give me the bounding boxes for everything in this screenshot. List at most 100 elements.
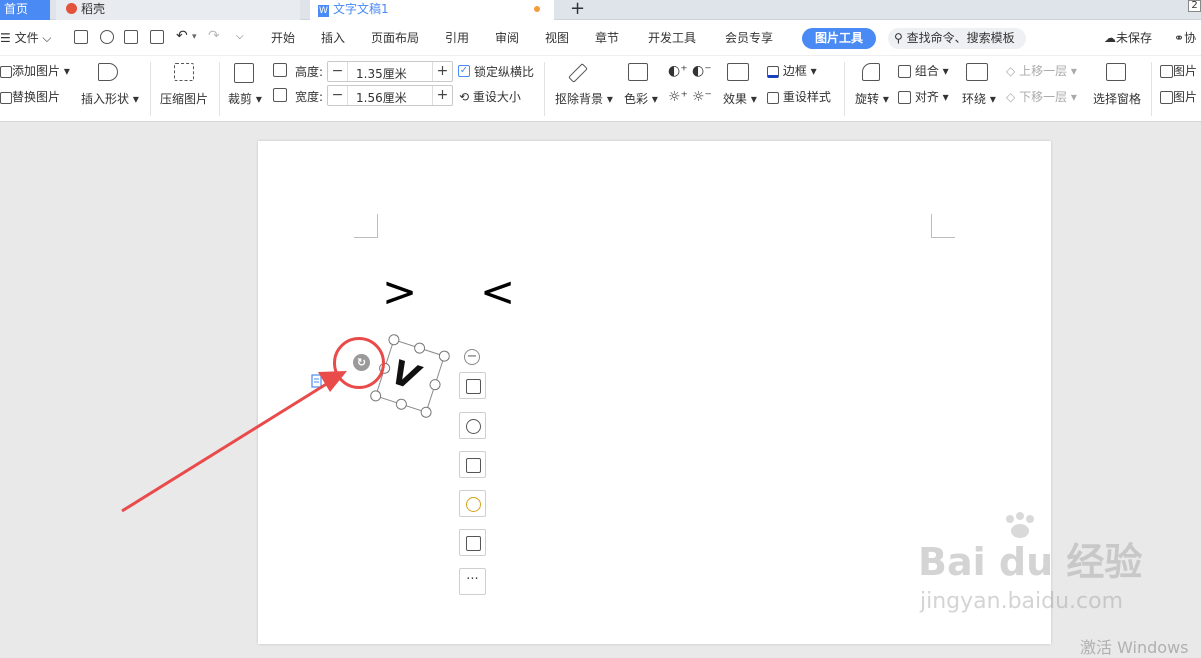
crop-icon bbox=[466, 458, 481, 473]
watermark-sub-text: jingyan.baidu.com bbox=[920, 589, 1124, 614]
print-preview-icon[interactable] bbox=[150, 30, 164, 44]
image-ai-button[interactable] bbox=[459, 490, 486, 517]
send-backward-icon: ◇ bbox=[1006, 90, 1016, 104]
collapse-float-toolbar-icon[interactable]: − bbox=[464, 349, 480, 365]
tab-picture-tools[interactable]: 图片工具 bbox=[802, 28, 876, 49]
tab-daoke-label: 稻壳 bbox=[81, 2, 106, 16]
remove-background-button[interactable]: 抠除背景 ▾ bbox=[555, 92, 613, 106]
selection-pane-button[interactable]: 选择窗格 bbox=[1093, 92, 1141, 106]
quick-access-more-icon[interactable]: ⌵ bbox=[236, 30, 244, 44]
anchor-icon[interactable] bbox=[311, 373, 323, 388]
send-backward-button[interactable]: ◇ 下移一层 ▾ bbox=[1006, 90, 1077, 104]
resize-handle-sw[interactable] bbox=[368, 388, 383, 403]
command-search[interactable]: ⚲ 查找命令、搜索模板 bbox=[888, 28, 1026, 49]
resize-handle-nw[interactable] bbox=[386, 332, 401, 347]
daoke-icon bbox=[66, 3, 77, 14]
menu-item-page-layout[interactable]: 页面布局 bbox=[371, 31, 419, 45]
undo-dropdown-icon[interactable]: ▾ bbox=[192, 30, 197, 44]
group-button[interactable]: 组合 ▾ bbox=[898, 64, 949, 78]
border-button[interactable]: 边框 ▾ bbox=[767, 64, 817, 78]
save-icon[interactable] bbox=[74, 30, 88, 44]
height-value[interactable]: 1.35厘米 bbox=[356, 65, 407, 82]
menu-item-developer[interactable]: 开发工具 bbox=[648, 31, 696, 45]
effects-label: 效果 bbox=[723, 92, 748, 106]
chevron-down-icon: ⌵ bbox=[38, 31, 52, 45]
wrap-icon bbox=[966, 63, 988, 81]
menu-item-start[interactable]: 开始 bbox=[271, 31, 295, 45]
rotate-button[interactable]: 旋转 ▾ bbox=[855, 92, 889, 106]
compress-image-button[interactable]: 压缩图片 bbox=[160, 92, 208, 106]
image-convert-button[interactable] bbox=[459, 529, 486, 556]
command-search-label: 查找命令、搜索模板 bbox=[906, 31, 1015, 45]
print-icon[interactable] bbox=[124, 30, 138, 44]
menu-item-review[interactable]: 审阅 bbox=[495, 31, 519, 45]
lock-ratio-checkbox[interactable]: ✓ bbox=[458, 65, 470, 77]
lock-ratio-label[interactable]: 锁定纵横比 bbox=[474, 65, 534, 79]
brightness-down-icon[interactable]: ☼⁻ bbox=[692, 90, 712, 104]
add-image-button[interactable]: 添加图片 ▾ bbox=[0, 64, 70, 78]
image-content-text: V bbox=[386, 352, 424, 399]
image-more-button-2[interactable]: 图片 bbox=[1160, 90, 1197, 104]
file-menu[interactable]: ☰ 文件 ⌵ bbox=[0, 31, 52, 45]
collaborate-icon: ⚭ bbox=[1174, 31, 1185, 45]
menu-item-references[interactable]: 引用 bbox=[445, 31, 469, 45]
reset-size-icon: ⟲ bbox=[459, 90, 470, 104]
format-painter-icon[interactable] bbox=[100, 30, 114, 44]
tab-home[interactable]: 首页 bbox=[0, 0, 50, 20]
selected-image[interactable]: V bbox=[368, 332, 452, 420]
color-button[interactable]: 色彩 ▾ bbox=[624, 92, 658, 106]
width-icon bbox=[273, 88, 287, 102]
crop-float-button[interactable] bbox=[459, 451, 486, 478]
width-value[interactable]: 1.56厘米 bbox=[356, 89, 407, 106]
image-more-button-1[interactable]: 图片 bbox=[1160, 64, 1197, 78]
brightness-up-icon[interactable]: ☼⁺ bbox=[668, 90, 688, 104]
window-count-badge[interactable]: 2 bbox=[1188, 0, 1201, 12]
lightbulb-icon bbox=[466, 497, 481, 512]
insert-shape-button[interactable]: 插入形状 ▾ bbox=[81, 92, 139, 106]
resize-handle-s[interactable] bbox=[394, 397, 409, 412]
redo-icon[interactable]: ↷ bbox=[208, 29, 220, 43]
new-tab-plus-icon[interactable]: + bbox=[570, 0, 585, 19]
crop-label: 裁剪 bbox=[228, 92, 253, 106]
border-icon bbox=[767, 65, 779, 78]
crop-button[interactable]: 裁剪 ▾ bbox=[228, 92, 262, 106]
wrap-button[interactable]: 环绕 ▾ bbox=[962, 92, 996, 106]
resize-handle-se[interactable] bbox=[419, 405, 434, 420]
layout-options-button[interactable] bbox=[459, 372, 486, 399]
contrast-down-icon[interactable]: ◐⁻ bbox=[692, 64, 712, 78]
reset-style-button[interactable]: 重设样式 bbox=[767, 90, 831, 104]
height-increase-button[interactable]: + bbox=[432, 62, 452, 81]
menu-item-insert[interactable]: 插入 bbox=[321, 31, 345, 45]
menu-item-member[interactable]: 会员专享 bbox=[725, 31, 773, 45]
reset-size-button[interactable]: ⟲ 重设大小 bbox=[459, 90, 521, 104]
compress-image-icon bbox=[174, 63, 194, 81]
zoom-image-button[interactable] bbox=[459, 412, 486, 439]
height-decrease-button[interactable]: − bbox=[328, 62, 348, 81]
more-options-button[interactable]: ··· bbox=[459, 568, 486, 595]
tab-daoke[interactable]: 稻壳 bbox=[56, 0, 300, 20]
resize-handle-n[interactable] bbox=[412, 341, 427, 356]
replace-image-button[interactable]: 替换图片 bbox=[0, 90, 60, 104]
menu-item-chapter[interactable]: 章节 bbox=[595, 31, 619, 45]
width-decrease-button[interactable]: − bbox=[328, 86, 348, 105]
image-icon bbox=[1160, 91, 1173, 104]
image-more-label-2: 图片 bbox=[1173, 90, 1198, 104]
undo-icon[interactable]: ↶ bbox=[176, 29, 188, 43]
contrast-up-icon[interactable]: ◐⁺ bbox=[668, 64, 688, 78]
height-stepper[interactable]: − 1.35厘米 + bbox=[327, 61, 453, 82]
resize-handle-e[interactable] bbox=[428, 377, 442, 392]
collaborate-button[interactable]: ⚭协 bbox=[1174, 31, 1196, 45]
width-increase-button[interactable]: + bbox=[432, 86, 452, 105]
toolbar: ☰ 文件 ⌵ ↶ ▾ ↷ ⌵ 开始 插入 页面布局 引用 审阅 视图 章节 开发… bbox=[0, 20, 1201, 122]
resize-handle-ne[interactable] bbox=[437, 349, 452, 364]
margin-corner-mark bbox=[931, 214, 955, 238]
group-label: 组合 bbox=[914, 64, 939, 78]
group-icon bbox=[898, 65, 911, 78]
align-button[interactable]: 对齐 ▾ bbox=[898, 90, 949, 104]
unsaved-status[interactable]: ☁未保存 bbox=[1104, 31, 1152, 45]
width-stepper[interactable]: − 1.56厘米 + bbox=[327, 85, 453, 106]
effects-button[interactable]: 效果 ▾ bbox=[723, 92, 757, 106]
bring-forward-button[interactable]: ◇ 上移一层 ▾ bbox=[1006, 64, 1077, 78]
tab-document[interactable]: W 文字文稿1 bbox=[310, 0, 554, 20]
menu-item-view[interactable]: 视图 bbox=[545, 31, 569, 45]
